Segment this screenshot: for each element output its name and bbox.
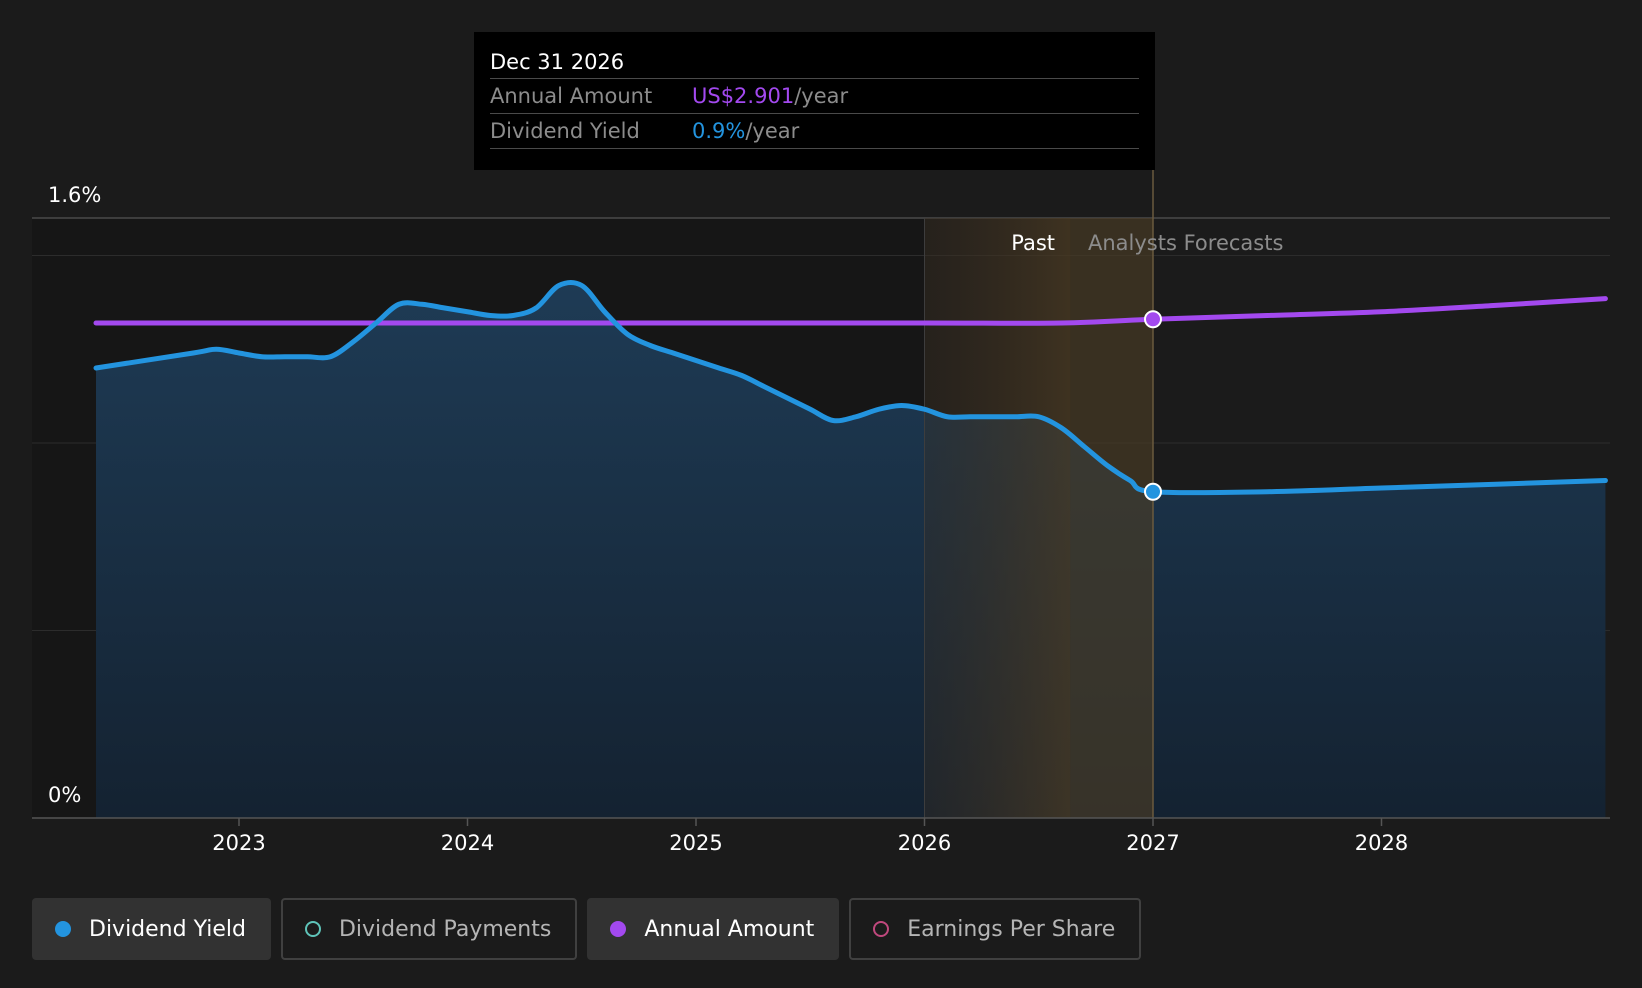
- x-tick-label: 2025: [669, 831, 722, 855]
- tooltip-annual-row: Annual Amount US$2.901 /year: [490, 79, 1139, 114]
- dividend-yield-dot-icon: [55, 921, 71, 937]
- tooltip-date: Dec 31 2026: [490, 46, 1139, 79]
- dividend-yield-marker: [1144, 482, 1162, 501]
- x-tick-label: 2028: [1355, 831, 1408, 855]
- forecast-region: [1070, 218, 1153, 818]
- legend-label: Dividend Payments: [338, 916, 552, 942]
- legend-label: Dividend Yield: [89, 916, 246, 942]
- dividend-payments-ring-icon: [304, 921, 321, 937]
- legend-earnings-per-share[interactable]: Earnings Per Share: [849, 898, 1142, 960]
- y-axis-top-label: 1.6%: [48, 183, 101, 207]
- legend-annual-amount[interactable]: Annual Amount: [587, 898, 840, 960]
- annual-amount-dot-icon: [610, 921, 627, 937]
- legend-dividend-payments[interactable]: Dividend Payments: [280, 898, 578, 960]
- tooltip-annual-value: US$2.901: [692, 84, 795, 108]
- tooltip-yield-unit: /year: [745, 119, 800, 143]
- x-tick-label: 2023: [212, 831, 265, 855]
- tooltip-annual-unit: /year: [794, 84, 849, 108]
- x-tick-label: 2027: [1126, 831, 1179, 855]
- past-label: Past: [1011, 231, 1055, 255]
- tooltip-yield-value: 0.9%: [692, 119, 746, 143]
- annual-amount-marker: [1144, 310, 1162, 329]
- legend: Dividend Yield Dividend Payments Annual …: [32, 898, 1142, 960]
- legend-label: Earnings Per Share: [907, 916, 1116, 942]
- tooltip: Dec 31 2026 Annual Amount US$2.901 /year…: [474, 32, 1155, 170]
- legend-label: Annual Amount: [644, 916, 815, 942]
- tooltip-annual-label: Annual Amount: [490, 84, 653, 108]
- forecast-label: Analysts Forecasts: [1088, 231, 1283, 255]
- tooltip-yield-label: Dividend Yield: [490, 119, 640, 143]
- tooltip-yield-row: Dividend Yield 0.9% /year: [490, 114, 1139, 149]
- past-region: [924, 218, 1071, 818]
- legend-dividend-yield[interactable]: Dividend Yield: [32, 898, 271, 960]
- y-axis-bottom-label: 0%: [48, 783, 81, 807]
- earnings-per-share-ring-icon: [873, 921, 890, 937]
- x-tick-label: 2026: [898, 831, 951, 855]
- x-tick-label: 2024: [441, 831, 494, 855]
